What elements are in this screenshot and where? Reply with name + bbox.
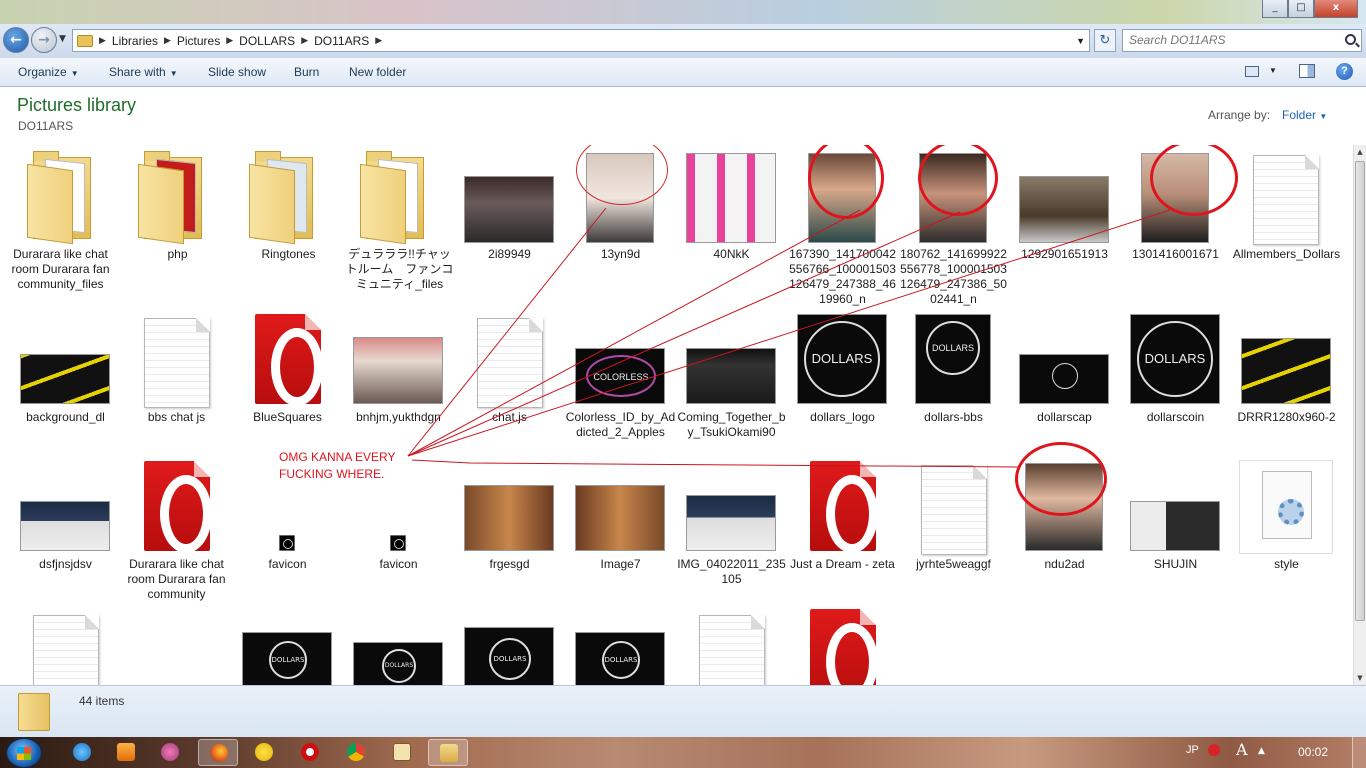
ime-mode-icon[interactable]: A xyxy=(1236,740,1248,759)
scroll-up-arrow-icon[interactable]: ▲ xyxy=(1354,145,1366,159)
annotation-line xyxy=(407,209,861,457)
taskbar-firefox[interactable] xyxy=(198,739,238,766)
taskbar-chrome[interactable] xyxy=(336,739,376,766)
annotation-line-2: FUCKING WHERE. xyxy=(279,467,385,481)
vertical-scrollbar[interactable]: ▲ ▼ xyxy=(1353,145,1366,685)
folder-icon xyxy=(440,744,458,762)
show-desktop-button[interactable] xyxy=(1352,737,1366,768)
flower-icon xyxy=(161,743,179,761)
annotation-line xyxy=(407,211,961,457)
taskbar-messenger[interactable] xyxy=(244,739,284,766)
taskbar-explorer[interactable] xyxy=(428,739,468,766)
taskbar xyxy=(0,737,1366,768)
scroll-down-arrow-icon[interactable]: ▼ xyxy=(1354,671,1366,685)
start-button[interactable] xyxy=(6,738,42,768)
opera-icon xyxy=(301,743,319,761)
annotation-line xyxy=(407,207,607,457)
firefox-icon xyxy=(210,744,228,762)
annotation-line xyxy=(407,209,1171,457)
details-pane: 44 items xyxy=(0,685,1366,737)
clock[interactable]: 00:02 xyxy=(1298,745,1328,759)
chrome-icon xyxy=(347,743,365,761)
language-indicator[interactable]: JP xyxy=(1186,744,1199,756)
taskbar-app[interactable] xyxy=(382,739,422,766)
taskbar-app[interactable] xyxy=(150,739,190,766)
annotation-line-1: OMG KANNA EVERY xyxy=(279,450,396,464)
internet-explorer-icon xyxy=(73,743,91,761)
face-icon xyxy=(393,743,411,761)
scrollbar-thumb[interactable] xyxy=(1355,161,1365,621)
tray-alert-icon[interactable] xyxy=(1208,744,1220,756)
annotation-text: OMG KANNA EVERY FUCKING WHERE. xyxy=(279,449,395,483)
media-player-icon xyxy=(117,743,135,761)
annotation-line xyxy=(411,459,1019,468)
folder-icon xyxy=(18,693,50,731)
item-count: 44 items xyxy=(79,694,125,708)
annotation-lines xyxy=(407,207,1171,468)
smiley-icon xyxy=(255,743,273,761)
taskbar-media-player[interactable] xyxy=(106,739,146,766)
show-hidden-icons-icon[interactable]: ▲ xyxy=(1258,746,1265,756)
taskbar-opera[interactable] xyxy=(290,739,330,766)
taskbar-internet-explorer[interactable] xyxy=(62,739,102,766)
